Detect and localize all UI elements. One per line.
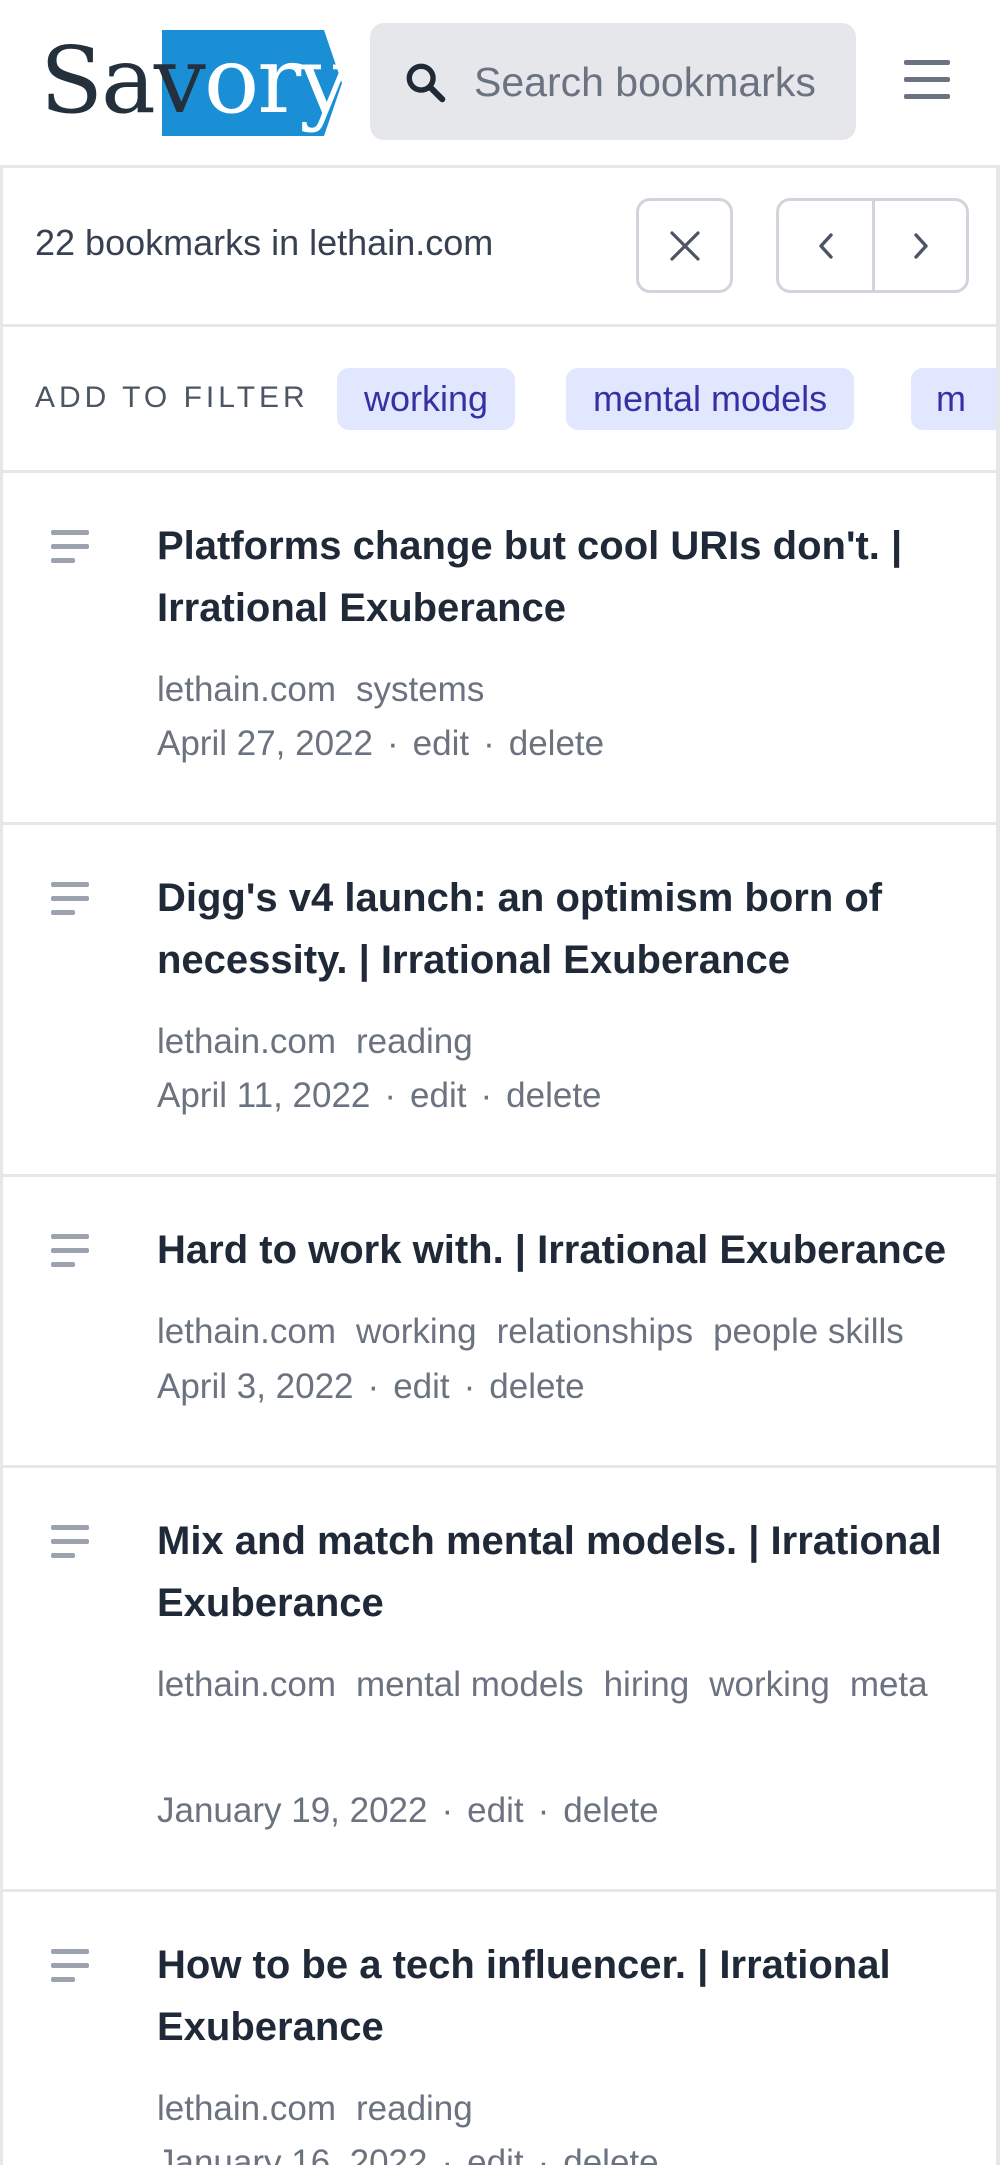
bookmark-tags: lethain.com reading bbox=[157, 1006, 987, 1078]
text-lines-icon bbox=[51, 530, 91, 564]
delete-link[interactable]: delete bbox=[489, 1367, 584, 1406]
text-lines-icon bbox=[51, 1525, 91, 1559]
meta-separator: · bbox=[386, 724, 399, 763]
logo-text-light: ory bbox=[203, 27, 351, 134]
bookmark-date: April 27, 2022 bbox=[157, 724, 373, 763]
bookmark-date: April 11, 2022 bbox=[157, 1076, 371, 1115]
bookmark-title[interactable]: Platforms change but cool URIs don't. | … bbox=[157, 515, 987, 639]
logo-wordmark: Savory bbox=[40, 26, 351, 136]
meta-separator: · bbox=[367, 1367, 380, 1406]
bookmark-meta: April 11, 2022 · edit · delete bbox=[157, 1076, 602, 1116]
savory-logo[interactable]: Savory bbox=[40, 27, 351, 138]
tag-link[interactable]: working bbox=[709, 1665, 830, 1704]
close-icon bbox=[670, 231, 700, 261]
results-toolbar: 22 bookmarks in lethain.com bbox=[3, 168, 996, 327]
previous-page-button[interactable] bbox=[779, 201, 872, 290]
chevron-right-icon bbox=[914, 233, 928, 259]
edit-link[interactable]: edit bbox=[413, 724, 469, 763]
add-to-filter-bar: ADD TO FILTER working mental models m bbox=[3, 327, 996, 473]
meta-separator: · bbox=[441, 2143, 454, 2165]
tag-link[interactable]: systems bbox=[356, 670, 484, 709]
next-page-button[interactable] bbox=[875, 201, 968, 290]
meta-separator: · bbox=[441, 1791, 454, 1830]
bookmark-tags: lethain.com reading bbox=[157, 2073, 987, 2145]
tag-link[interactable]: people skills bbox=[713, 1312, 904, 1351]
filter-tag-working[interactable]: working bbox=[337, 368, 516, 430]
tag-link[interactable]: lethain.com bbox=[157, 670, 336, 709]
bookmark-meta: April 3, 2022 · edit · delete bbox=[157, 1367, 585, 1407]
bookmark-item: How to be a tech influencer. | Irrationa… bbox=[3, 1892, 996, 2165]
search-input[interactable] bbox=[474, 47, 836, 117]
bookmark-title[interactable]: Digg's v4 launch: an optimism born of ne… bbox=[157, 867, 987, 991]
app-header: Savory bbox=[0, 0, 1000, 165]
text-lines-icon bbox=[51, 1949, 91, 1983]
bookmark-item: Platforms change but cool URIs don't. | … bbox=[3, 473, 996, 825]
bookmark-date: January 16, 2022 bbox=[157, 2143, 428, 2165]
tag-link[interactable]: lethain.com bbox=[157, 1312, 336, 1351]
tag-link[interactable]: working bbox=[356, 1312, 477, 1351]
edit-link[interactable]: edit bbox=[467, 1791, 523, 1830]
tag-link[interactable]: relationships bbox=[497, 1312, 694, 1351]
search-icon bbox=[406, 63, 446, 103]
edit-link[interactable]: edit bbox=[410, 1076, 466, 1115]
meta-separator: · bbox=[483, 724, 495, 763]
edit-link[interactable]: edit bbox=[393, 1367, 449, 1406]
pagination-controls bbox=[776, 198, 969, 293]
filter-label: ADD TO FILTER bbox=[35, 381, 309, 414]
bookmark-item: Hard to work with. | Irrational Exuberan… bbox=[3, 1177, 996, 1468]
meta-separator: · bbox=[463, 1367, 476, 1406]
meta-separator: · bbox=[537, 1791, 550, 1830]
bookmark-date: January 19, 2022 bbox=[157, 1791, 428, 1830]
meta-separator: · bbox=[537, 2143, 550, 2165]
tag-link[interactable]: reading bbox=[356, 1022, 473, 1061]
hamburger-menu-icon[interactable] bbox=[900, 56, 956, 104]
delete-link[interactable]: delete bbox=[506, 1076, 601, 1115]
filter-tag-partial[interactable]: m bbox=[911, 368, 996, 430]
text-lines-icon bbox=[51, 882, 91, 916]
bookmark-title[interactable]: Hard to work with. | Irrational Exuberan… bbox=[157, 1219, 987, 1281]
delete-link[interactable]: delete bbox=[563, 1791, 658, 1830]
bookmark-meta: January 19, 2022 · edit · delete bbox=[157, 1791, 659, 1831]
bookmark-meta: April 27, 2022 · edit · delete bbox=[157, 724, 604, 764]
tag-link[interactable]: mental models bbox=[356, 1665, 584, 1704]
delete-link[interactable]: delete bbox=[509, 724, 604, 763]
bookmark-date: April 3, 2022 bbox=[157, 1367, 354, 1406]
chevron-left-icon bbox=[819, 233, 833, 259]
bookmarks-panel: 22 bookmarks in lethain.com ADD TO FILTE… bbox=[0, 165, 1000, 2165]
delete-link[interactable]: delete bbox=[563, 2143, 658, 2165]
tag-link[interactable]: meta bbox=[850, 1665, 928, 1704]
logo-text-dark: Sav bbox=[40, 27, 206, 134]
bookmark-tags: lethain.com systems bbox=[157, 654, 987, 726]
edit-link[interactable]: edit bbox=[467, 2143, 523, 2165]
tag-link[interactable]: lethain.com bbox=[157, 1022, 336, 1061]
tag-link[interactable]: lethain.com bbox=[157, 2089, 336, 2128]
text-lines-icon bbox=[51, 1234, 91, 1268]
filter-tag-mental-models[interactable]: mental models bbox=[566, 368, 855, 430]
bookmark-meta: January 16, 2022 · edit · delete bbox=[157, 2143, 659, 2165]
bookmark-item: Mix and match mental models. | Irrationa… bbox=[3, 1468, 996, 1892]
bookmark-tags: lethain.com working relationships people sk… bbox=[157, 1296, 987, 1368]
bookmark-title[interactable]: How to be a tech influencer. | Irrationa… bbox=[157, 1934, 987, 2058]
tag-link[interactable]: reading bbox=[356, 2089, 473, 2128]
meta-separator: · bbox=[384, 1076, 397, 1115]
tag-link[interactable]: hiring bbox=[604, 1665, 690, 1704]
results-count: 22 bookmarks in lethain.com bbox=[35, 222, 494, 263]
bookmark-title[interactable]: Mix and match mental models. | Irrationa… bbox=[157, 1510, 987, 1634]
search-bar[interactable] bbox=[370, 23, 856, 140]
meta-separator: · bbox=[480, 1076, 493, 1115]
bookmark-tags: lethain.com mental models hiring working met… bbox=[157, 1649, 987, 1721]
tag-link[interactable]: lethain.com bbox=[157, 1665, 336, 1704]
bookmark-item: Digg's v4 launch: an optimism born of ne… bbox=[3, 825, 996, 1177]
clear-filter-button[interactable] bbox=[636, 198, 733, 293]
